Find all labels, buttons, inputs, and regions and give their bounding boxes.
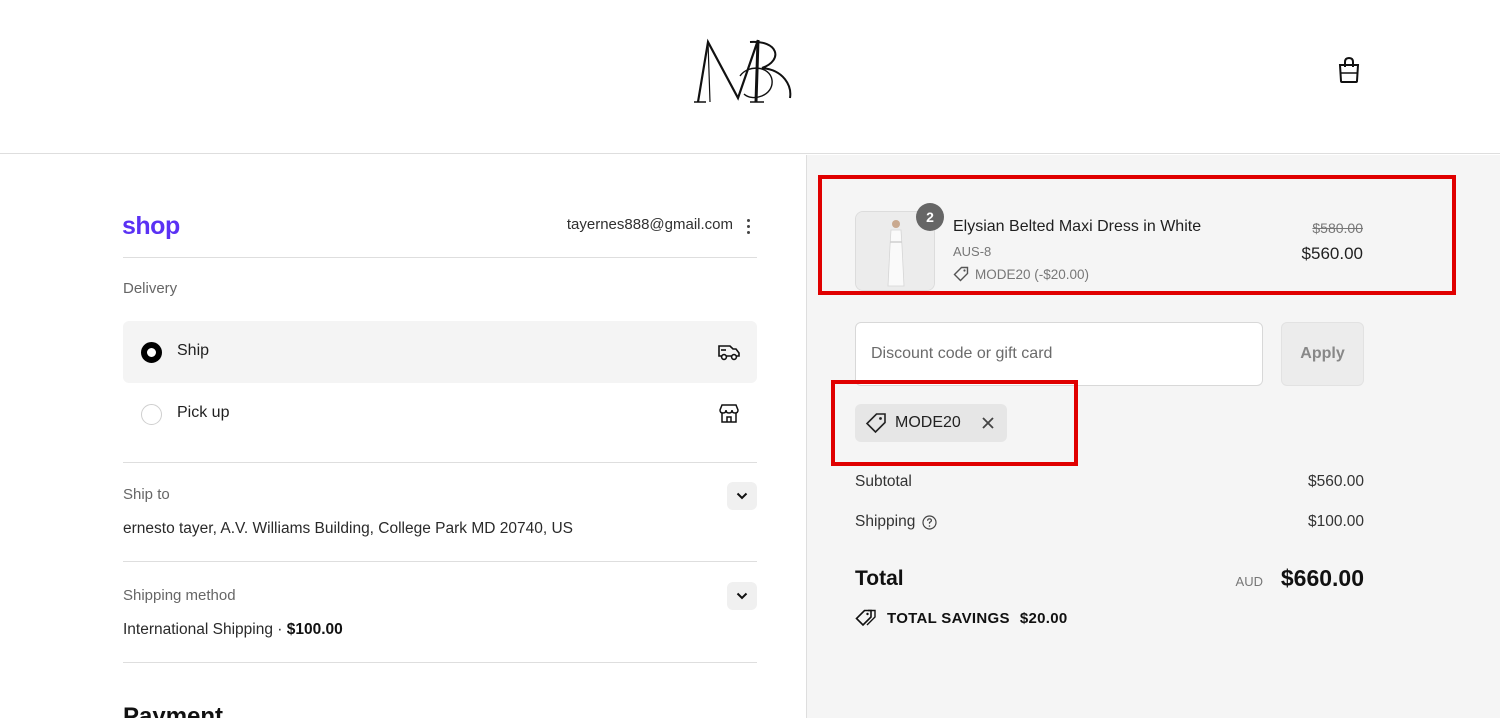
- ship-to-label: Ship to: [123, 486, 170, 503]
- pickup-radio[interactable]: [141, 404, 162, 425]
- shipping-value: $100.00: [1307, 513, 1364, 530]
- divider: [123, 462, 757, 463]
- payment-title: Payment: [123, 703, 224, 718]
- delivery-option-ship[interactable]: Ship: [123, 321, 757, 383]
- chevron-down-icon: [736, 492, 748, 500]
- product-variant: AUS-8: [953, 244, 992, 259]
- header: [0, 0, 1500, 154]
- total-label: Total: [855, 567, 904, 590]
- subtotal-label: Subtotal: [855, 473, 912, 490]
- product-name: Elysian Belted Maxi Dress in White: [953, 218, 1202, 235]
- savings-label: TOTAL SAVINGS: [887, 609, 1010, 627]
- close-icon: [982, 417, 994, 429]
- savings-value: $20.00: [1019, 609, 1068, 627]
- applied-discount-chip: MODE20: [855, 404, 1007, 442]
- item-price: $560.00: [1301, 244, 1363, 263]
- subtotal-value: $560.00: [1307, 473, 1364, 490]
- divider: [123, 561, 757, 562]
- total-savings: TOTAL SAVINGS $20.00: [855, 609, 1068, 627]
- shipping-method-expand-button[interactable]: [727, 582, 757, 610]
- apply-button[interactable]: Apply: [1281, 322, 1364, 386]
- total-value: $660.00: [1280, 565, 1364, 591]
- kebab-menu-icon[interactable]: [741, 216, 755, 236]
- truck-icon: [718, 345, 740, 361]
- checkout-form: shop tayernes888@gmail.com Delivery Ship…: [0, 155, 806, 718]
- discount-code-input[interactable]: [855, 322, 1263, 386]
- remove-discount-button[interactable]: [979, 414, 997, 432]
- tag-icon: [953, 266, 969, 282]
- applied-discount-code: MODE20: [895, 414, 961, 431]
- shipping-method-name: International Shipping ·: [123, 621, 287, 638]
- ship-label: Ship: [177, 342, 210, 359]
- cart-button[interactable]: [1334, 54, 1364, 86]
- help-icon[interactable]: [922, 514, 937, 530]
- shipping-method-label: Shipping method: [123, 587, 236, 604]
- pickup-label: Pick up: [177, 404, 230, 421]
- savings-tag-icon: [855, 609, 876, 627]
- divider: [123, 662, 757, 663]
- account-email: tayernes888@gmail.com: [566, 216, 733, 233]
- quantity-badge: 2: [916, 203, 944, 231]
- delivery-label: Delivery: [123, 280, 178, 297]
- item-discount: MODE20 (-$20.00): [953, 266, 1089, 282]
- shipping-method-price: $100.00: [286, 621, 343, 638]
- store-icon: [719, 404, 739, 423]
- original-price: $580.00: [1312, 220, 1363, 236]
- shipping-label-row: Shipping: [855, 513, 937, 531]
- brand-logo[interactable]: [692, 36, 798, 106]
- delivery-option-pickup[interactable]: Pick up: [123, 383, 757, 445]
- currency-code: AUD: [1235, 574, 1263, 589]
- shipping-method-value: International Shipping · $100.00: [123, 621, 343, 639]
- tag-icon: [865, 413, 886, 434]
- ship-to-address: ernesto tayer, A.V. Williams Building, C…: [123, 520, 573, 537]
- shipping-label: Shipping: [855, 513, 916, 530]
- chevron-down-icon: [736, 592, 748, 600]
- shopping-bag-icon: [1338, 56, 1360, 83]
- ship-to-expand-button[interactable]: [727, 482, 757, 510]
- item-discount-text: MODE20 (-$20.00): [975, 266, 1090, 282]
- divider: [123, 257, 757, 258]
- ship-radio[interactable]: [141, 342, 162, 363]
- order-summary: 2 Elysian Belted Maxi Dress in White AUS…: [806, 155, 1500, 718]
- shop-pay-logo[interactable]: shop: [122, 212, 180, 241]
